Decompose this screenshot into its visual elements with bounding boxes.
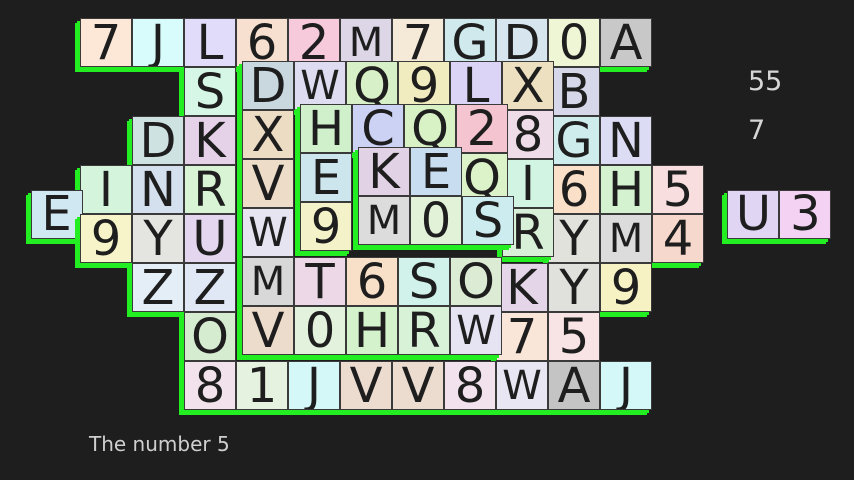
mahjong-tile[interactable]: Z (184, 263, 236, 312)
mahjong-tile[interactable]: O (450, 257, 502, 306)
mahjong-tile[interactable]: 1 (236, 361, 288, 410)
mahjong-tile[interactable]: V (392, 361, 444, 410)
mahjong-tile[interactable]: Y (132, 214, 184, 263)
mahjong-tile[interactable]: B (548, 67, 600, 116)
mahjong-tile[interactable]: A (548, 361, 600, 410)
mahjong-tile[interactable]: 9 (300, 202, 352, 251)
mahjong-tile[interactable]: 5 (652, 165, 704, 214)
mahjong-tile[interactable]: K (184, 116, 236, 165)
mahjong-tile[interactable]: 6 (346, 257, 398, 306)
mahjong-tile[interactable]: H (346, 306, 398, 355)
mahjong-tile[interactable]: D (242, 61, 294, 110)
mahjong-tile[interactable]: 2 (288, 18, 340, 67)
mahjong-tile[interactable]: 7 (496, 312, 548, 361)
mahjong-tile[interactable]: 0 (294, 306, 346, 355)
mahjong-tile[interactable]: M (358, 196, 410, 245)
mahjong-tile[interactable]: V (340, 361, 392, 410)
mahjong-tile[interactable]: J (288, 361, 340, 410)
mahjong-tile[interactable]: 9 (398, 61, 450, 110)
mahjong-tile[interactable]: W (496, 361, 548, 410)
mahjong-tile[interactable]: G (444, 18, 496, 67)
mahjong-tile[interactable]: H (300, 104, 352, 153)
mahjong-tile[interactable]: E (410, 147, 462, 196)
mahjong-tile[interactable]: R (184, 165, 236, 214)
mahjong-tile[interactable]: Q (456, 153, 508, 202)
mahjong-tile[interactable]: M (600, 214, 652, 263)
mahjong-tile[interactable]: D (496, 18, 548, 67)
mahjong-tile[interactable]: Q (404, 104, 456, 153)
mahjong-tile[interactable]: 8 (444, 361, 496, 410)
mahjong-tile[interactable]: W (294, 61, 346, 110)
mahjong-tile[interactable]: 5 (548, 312, 600, 361)
mahjong-tile[interactable]: A (600, 18, 652, 67)
mahjong-tile[interactable]: J (600, 361, 652, 410)
mahjong-tile[interactable]: N (600, 116, 652, 165)
mahjong-tile[interactable]: R (398, 306, 450, 355)
mahjong-tile[interactable]: 9 (80, 214, 132, 263)
mahjong-tile[interactable]: 8 (502, 110, 554, 159)
mahjong-tile[interactable]: V (242, 306, 294, 355)
mahjong-tile[interactable]: U (727, 189, 780, 239)
mahjong-tile[interactable]: S (184, 67, 236, 116)
hint-text: The number 5 (89, 432, 230, 456)
mahjong-tile[interactable]: 7 (392, 18, 444, 67)
mahjong-tile[interactable]: X (502, 61, 554, 110)
mahjong-tile[interactable]: E (30, 189, 83, 239)
mahjong-tile[interactable]: T (294, 257, 346, 306)
mahjong-tile[interactable]: M (340, 18, 392, 67)
mahjong-board: 7JL62M7GD0ASBDKGNINR6H5EU39YUYM4ZZKY9O75… (0, 0, 854, 480)
mahjong-tile[interactable]: W (450, 306, 502, 355)
mahjong-tile[interactable]: Z (132, 263, 184, 312)
mahjong-tile[interactable]: 9 (600, 263, 652, 312)
mahjong-tile[interactable]: H (600, 165, 652, 214)
mahjong-tile[interactable]: M (242, 257, 294, 306)
mahjong-tile[interactable]: I (80, 165, 132, 214)
mahjong-tile[interactable]: E (300, 153, 352, 202)
mahjong-tile[interactable]: G (548, 116, 600, 165)
mahjong-tile[interactable]: L (450, 61, 502, 110)
mahjong-tile[interactable]: D (132, 116, 184, 165)
remaining-tiles-count: 55 (748, 66, 783, 97)
mahjong-tile[interactable]: S (462, 196, 514, 245)
mahjong-tile[interactable]: W (242, 208, 294, 257)
mahjong-tile[interactable]: 6 (236, 18, 288, 67)
mahjong-tile[interactable]: K (358, 147, 410, 196)
mahjong-tile[interactable]: Y (548, 263, 600, 312)
mahjong-tile[interactable]: V (242, 159, 294, 208)
mahjong-tile[interactable]: 0 (548, 18, 600, 67)
mahjong-tile[interactable]: J (132, 18, 184, 67)
mahjong-tile[interactable]: L (184, 18, 236, 67)
available-moves-count: 7 (748, 115, 766, 146)
mahjong-tile[interactable]: 2 (456, 104, 508, 153)
mahjong-tile[interactable]: 6 (548, 165, 600, 214)
mahjong-tile[interactable]: O (184, 312, 236, 361)
mahjong-tile[interactable]: Y (548, 214, 600, 263)
mahjong-tile[interactable]: U (184, 214, 236, 263)
mahjong-tile[interactable]: 7 (80, 18, 132, 67)
mahjong-tile[interactable]: S (398, 257, 450, 306)
mahjong-tile[interactable]: 3 (779, 189, 832, 239)
mahjong-tile[interactable]: 8 (184, 361, 236, 410)
mahjong-tile[interactable]: X (242, 110, 294, 159)
mahjong-tile[interactable]: Q (346, 61, 398, 110)
mahjong-tile[interactable]: K (496, 263, 548, 312)
mahjong-tile[interactable]: 4 (652, 214, 704, 263)
mahjong-tile[interactable]: 0 (410, 196, 462, 245)
mahjong-tile[interactable]: C (352, 104, 404, 153)
mahjong-tile[interactable]: N (132, 165, 184, 214)
